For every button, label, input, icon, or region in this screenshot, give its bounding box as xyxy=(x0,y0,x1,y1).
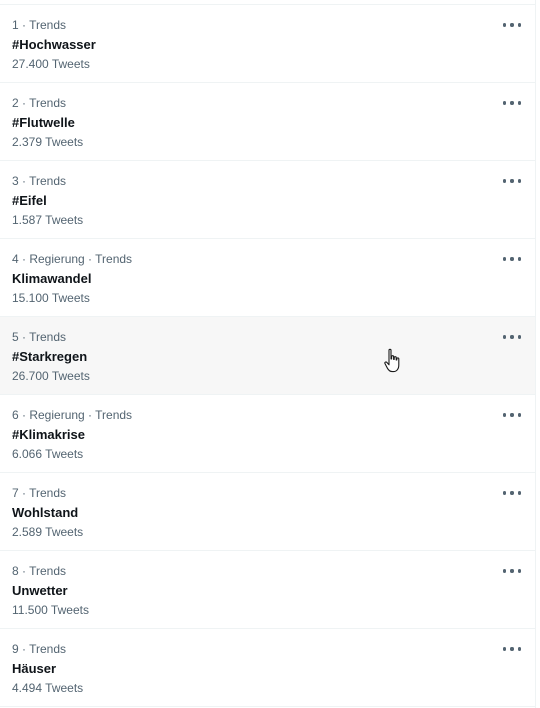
trend-tweet-count: 1.587 Tweets xyxy=(12,213,84,227)
trend-tweet-count: 11.500 Tweets xyxy=(12,603,89,617)
trend-name: Wohlstand xyxy=(12,505,79,520)
trend-item-5[interactable]: 5 · Trends #Starkregen 26.700 Tweets xyxy=(0,317,535,395)
trend-name: #Flutwelle xyxy=(12,115,75,130)
trend-meta: 5 · Trends xyxy=(12,330,67,344)
trend-meta: 3 · Trends xyxy=(12,174,67,188)
trend-name: Unwetter xyxy=(12,583,68,598)
trend-item-4[interactable]: 4 · Regierung · Trends Klimawandel 15.10… xyxy=(0,239,535,317)
trend-tweet-count: 27.400 Tweets xyxy=(12,57,90,71)
trend-tweet-count: 6.066 Tweets xyxy=(12,447,84,461)
more-horizontal-icon[interactable] xyxy=(503,97,521,109)
trend-meta: 4 · Regierung · Trends xyxy=(12,252,133,266)
trend-item-8[interactable]: 8 · Trends Unwetter 11.500 Tweets xyxy=(0,551,535,629)
trend-meta: 6 · Regierung · Trends xyxy=(12,408,133,422)
trend-item-9[interactable]: 9 · Trends Häuser 4.494 Tweets xyxy=(0,629,535,707)
trend-item-6[interactable]: 6 · Regierung · Trends #Klimakrise 6.066… xyxy=(0,395,535,473)
trend-meta: 9 · Trends xyxy=(12,642,67,656)
trend-name: #Hochwasser xyxy=(12,37,96,52)
more-horizontal-icon[interactable] xyxy=(503,409,521,421)
more-horizontal-icon[interactable] xyxy=(503,565,521,577)
more-horizontal-icon[interactable] xyxy=(503,643,521,655)
trend-tweet-count: 26.700 Tweets xyxy=(12,369,90,383)
trend-item-1[interactable]: 1 · Trends #Hochwasser 27.400 Tweets xyxy=(0,5,535,83)
trend-name: Klimawandel xyxy=(12,271,92,286)
trend-name: #Klimakrise xyxy=(12,427,85,442)
trend-meta: 8 · Trends xyxy=(12,564,67,578)
trend-item-7[interactable]: 7 · Trends Wohlstand 2.589 Tweets xyxy=(0,473,535,551)
trend-tweet-count: 15.100 Tweets xyxy=(12,291,90,305)
trends-list: 1 · Trends #Hochwasser 27.400 Tweets 2 ·… xyxy=(0,0,536,708)
trend-tweet-count: 2.589 Tweets xyxy=(12,525,84,539)
more-horizontal-icon[interactable] xyxy=(503,19,521,31)
more-horizontal-icon[interactable] xyxy=(503,175,521,187)
more-horizontal-icon[interactable] xyxy=(503,487,521,499)
trend-name: #Eifel xyxy=(12,193,47,208)
trend-tweet-count: 2.379 Tweets xyxy=(12,135,84,149)
trend-item-2[interactable]: 2 · Trends #Flutwelle 2.379 Tweets xyxy=(0,83,535,161)
trend-tweet-count: 4.494 Tweets xyxy=(12,681,84,695)
trend-meta: 7 · Trends xyxy=(12,486,67,500)
more-horizontal-icon[interactable] xyxy=(503,331,521,343)
hand-pointer-cursor-icon xyxy=(384,348,400,373)
trend-meta: 2 · Trends xyxy=(12,96,67,110)
trend-name: Häuser xyxy=(12,661,57,676)
more-horizontal-icon[interactable] xyxy=(503,253,521,265)
trend-name: #Starkregen xyxy=(12,349,88,364)
trend-meta: 1 · Trends xyxy=(12,18,67,32)
trend-item-3[interactable]: 3 · Trends #Eifel 1.587 Tweets xyxy=(0,161,535,239)
